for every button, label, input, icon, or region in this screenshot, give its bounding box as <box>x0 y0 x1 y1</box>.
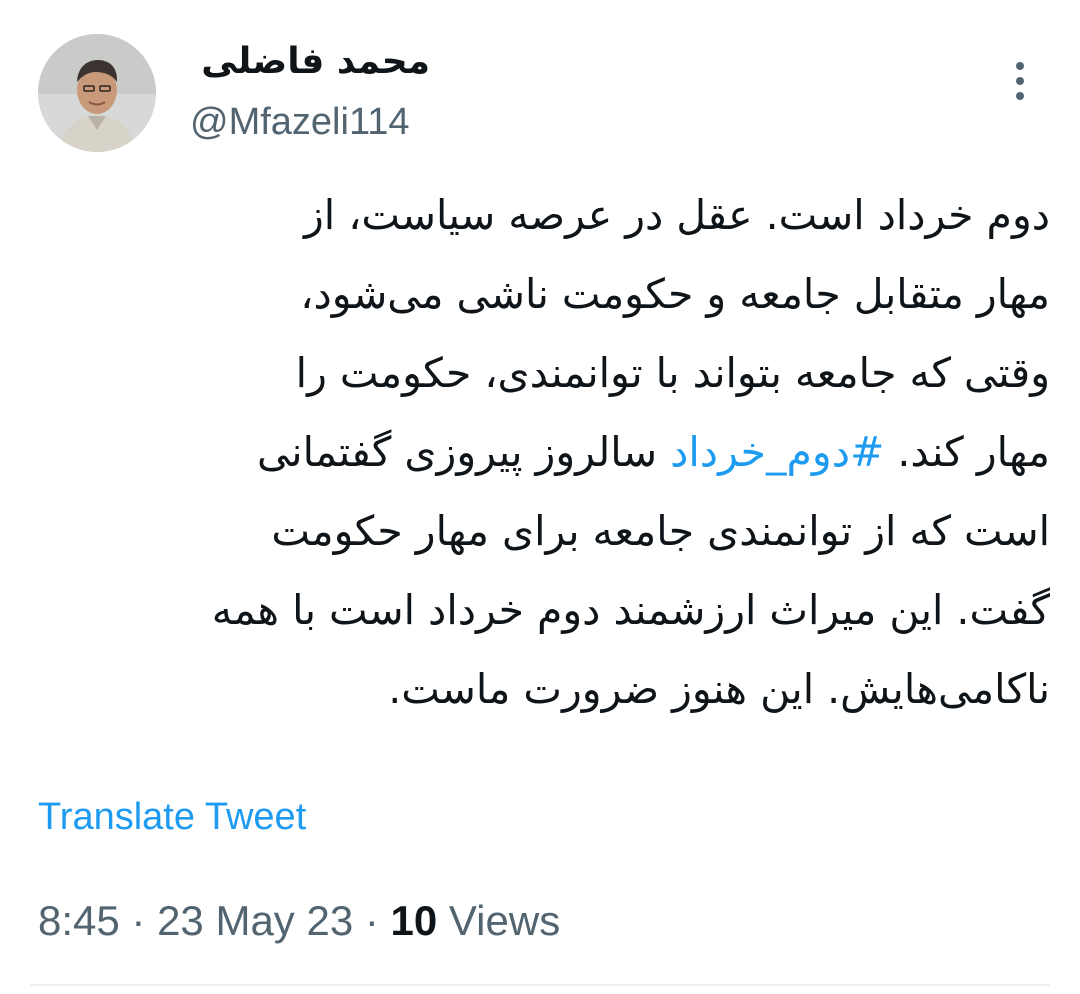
tweet-text-line: مهار متقابل جامعه و حکومت ناشی می‌شود، <box>300 270 1050 318</box>
more-options-icon[interactable] <box>1000 56 1040 106</box>
tweet-text-line: وقتی که جامعه بتواند با توانمندی، حکومت … <box>295 349 1050 397</box>
views-label: Views <box>437 897 561 944</box>
meta-separator: · <box>119 897 158 944</box>
author-avatar[interactable] <box>38 34 156 152</box>
tweet-text-segment: مهار کند. <box>884 428 1050 476</box>
tweet-text-line: ناکامی‌هایش. این هنوز ضرورت ماست. <box>388 665 1050 713</box>
tweet-meta: 8:45 · 23 May 23 · 10 Views <box>38 892 560 950</box>
tweet-time[interactable]: 8:45 <box>38 897 120 944</box>
tweet-text-line: دوم خرداد است. عقل در عرصه سیاست، از <box>303 191 1050 239</box>
author-display-name[interactable]: محمد فاضلی <box>190 38 430 86</box>
dot <box>1016 92 1024 100</box>
dot <box>1016 62 1024 70</box>
translate-tweet-link[interactable]: Translate Tweet <box>38 792 306 842</box>
tweet-text-line: گفت. این میراث ارزشمند دوم خرداد است با … <box>211 586 1050 634</box>
avatar-photo-icon <box>38 34 156 152</box>
divider <box>30 984 1050 986</box>
views-count: 10 <box>390 897 438 944</box>
tweet-text-line: مهار کند. #دوم_خرداد سالروز پیروزی گفتما… <box>30 413 1050 492</box>
tweet-text-segment: سالروز پیروزی گفتمانی <box>256 428 671 476</box>
tweet-card: محمد فاضلی @Mfazeli114 دوم خرداد است. عق… <box>0 0 1080 994</box>
author-handle[interactable]: @Mfazeli114 <box>190 98 410 146</box>
meta-separator: · <box>353 897 391 944</box>
tweet-date[interactable]: 23 May 23 <box>157 897 353 944</box>
tweet-text-line: است که از توانمندی جامعه برای مهار حکومت <box>271 507 1050 555</box>
hashtag-link[interactable]: #دوم_خرداد <box>670 428 884 476</box>
dot <box>1016 77 1024 85</box>
tweet-text: دوم خرداد است. عقل در عرصه سیاست، از مها… <box>30 176 1050 729</box>
